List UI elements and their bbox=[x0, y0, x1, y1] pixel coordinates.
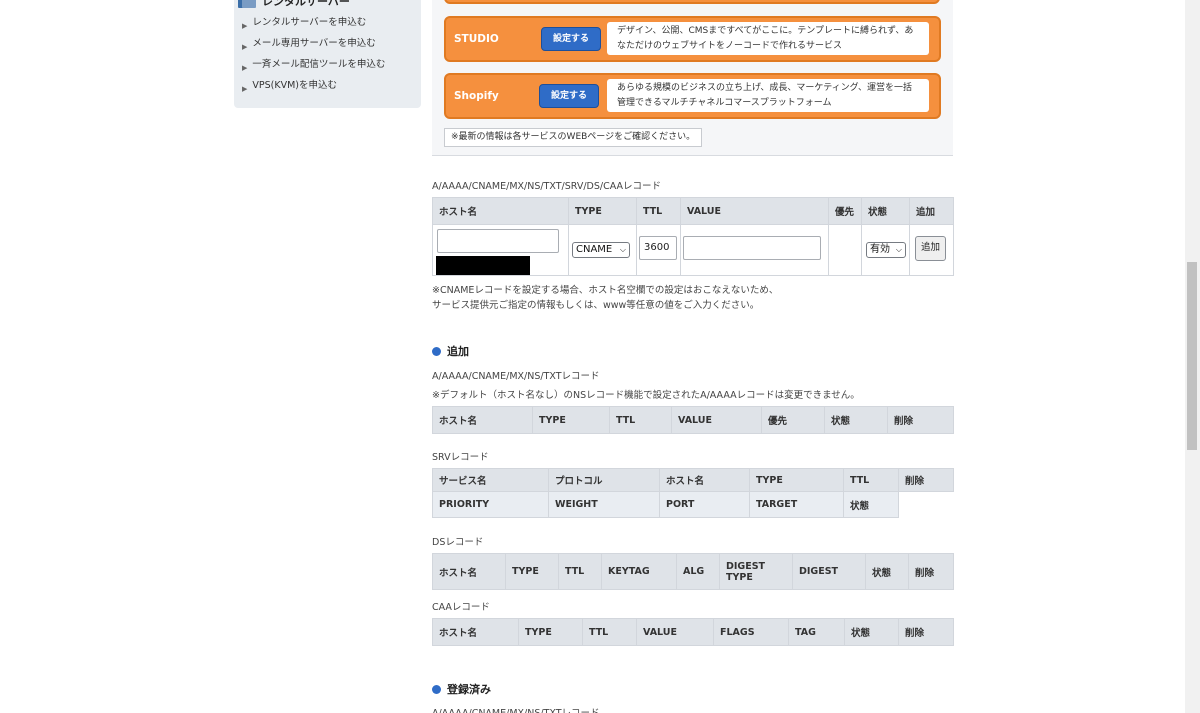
caa-records-table: ホスト名 TYPE TTL VALUE FLAGS TAG 状態 削除 bbox=[432, 618, 954, 646]
host-name-input[interactable] bbox=[437, 229, 559, 253]
column-header: 削除 bbox=[898, 468, 954, 492]
triangle-right-icon: ▶ bbox=[242, 64, 248, 72]
column-header: 削除 bbox=[908, 553, 954, 590]
sidebar-header: レンタルサーバー bbox=[238, 0, 350, 8]
sidebar-title: レンタルサーバー bbox=[262, 0, 350, 8]
bullet-dot-icon bbox=[432, 346, 441, 356]
sidebar-menu: ▶ レンタルサーバーを申込む ▶ メール専用サーバーを申込む ▶ 一斉メール配信ツール… bbox=[242, 16, 385, 100]
column-header: DIGEST TYPE bbox=[719, 553, 793, 590]
section-heading-add: 追加 bbox=[432, 343, 469, 359]
column-header: 状態 bbox=[861, 197, 910, 225]
shopify-setup-button[interactable]: 設定する bbox=[539, 84, 599, 108]
server-icon bbox=[238, 0, 256, 8]
column-header: TARGET bbox=[749, 491, 844, 518]
sidebar-item-bulk-mail[interactable]: ▶ 一斉メール配信ツールを申込む bbox=[242, 58, 385, 79]
chevron-down-icon: ⌵ bbox=[619, 245, 626, 254]
add-form-label: A/AAAA/CNAME/MX/NS/TXT/SRV/DS/CAAレコード bbox=[432, 181, 661, 192]
promo-card-shopify: Shopify 設定する あらゆる規模のビジネスの立ち上げ、成長、マーケティング… bbox=[444, 73, 941, 119]
status-select-value: 有効 bbox=[870, 244, 890, 255]
column-header: TYPE bbox=[532, 406, 610, 434]
column-header: TYPE bbox=[749, 468, 844, 492]
bullet-dot-icon bbox=[432, 684, 441, 694]
promo-notice: ※最新の情報は各サービスのWEBページをご確認ください。 bbox=[444, 128, 703, 147]
column-header: TTL bbox=[558, 553, 602, 590]
column-header: 削除 bbox=[887, 406, 954, 434]
column-header: 状態 bbox=[844, 618, 899, 646]
chevron-down-icon: ⌵ bbox=[895, 245, 902, 254]
redacted-block bbox=[436, 256, 530, 275]
srv-records-label: SRVレコード bbox=[432, 452, 489, 463]
registered-records-label: A/AAAA/CNAME/MX/NS/TXTレコード bbox=[432, 705, 600, 713]
caa-records-label: CAAレコード bbox=[432, 602, 490, 613]
status-select[interactable]: 有効 ⌵ bbox=[866, 242, 906, 258]
triangle-right-icon: ▶ bbox=[242, 22, 248, 30]
column-header: 追加 bbox=[909, 197, 954, 225]
ds-records-table: ホスト名 TYPE TTL KEYTAG ALG DIGEST TYPE DIG… bbox=[432, 553, 954, 590]
promo-description: あらゆる規模のビジネスの立ち上げ、成長、マーケティング、運営を一括管理できるマル… bbox=[607, 79, 929, 112]
section-heading-registered: 登録済み bbox=[432, 681, 491, 697]
column-header: サービス名 bbox=[432, 468, 549, 492]
column-header: KEYTAG bbox=[601, 553, 677, 590]
empty-cell bbox=[899, 492, 954, 518]
promo-card-studio: STUDIO 設定する デザイン、公開、CMSまですべてがここに。テンプレートに… bbox=[444, 16, 941, 62]
column-header: PORT bbox=[659, 491, 750, 518]
column-header: WEIGHT bbox=[548, 491, 660, 518]
column-header: プロトコル bbox=[548, 468, 660, 492]
column-header: ホスト名 bbox=[659, 468, 750, 492]
sidebar-item-mail-server[interactable]: ▶ メール専用サーバーを申込む bbox=[242, 37, 385, 58]
column-header: VALUE bbox=[636, 618, 714, 646]
promo-name: STUDIO bbox=[454, 33, 499, 45]
add-record-button[interactable]: 追加 bbox=[915, 236, 946, 261]
cname-note: ※CNAMEレコードを設定する場合、ホスト名空欄での設定はおこなえないため、 サ… bbox=[432, 285, 779, 311]
column-header: TTL bbox=[636, 197, 681, 225]
column-header: ホスト名 bbox=[432, 618, 519, 646]
column-header: ホスト名 bbox=[432, 553, 506, 590]
std-records-table: ホスト名 TYPE TTL VALUE 優先 状態 削除 bbox=[432, 406, 954, 434]
page-scrollbar[interactable] bbox=[1185, 0, 1200, 713]
triangle-right-icon: ▶ bbox=[242, 85, 248, 93]
priority-cell bbox=[828, 224, 862, 276]
column-header: 状態 bbox=[865, 553, 909, 590]
column-header: ホスト名 bbox=[432, 406, 533, 434]
promo-description: デザイン、公開、CMSまですべてがここに。テンプレートに縛られず、あなただけのウ… bbox=[607, 22, 929, 55]
column-header: ホスト名 bbox=[432, 197, 569, 225]
std-records-label: A/AAAA/CNAME/MX/NS/TXTレコード bbox=[432, 371, 600, 382]
column-header: TYPE bbox=[568, 197, 637, 225]
std-records-note: ※デフォルト（ホスト名なし）のNSレコード機能で設定されたA/AAAAレコードは… bbox=[432, 390, 860, 401]
type-select-value: CNAME bbox=[576, 244, 613, 255]
scrollbar-thumb[interactable] bbox=[1187, 262, 1197, 450]
column-header: TAG bbox=[788, 618, 845, 646]
promo-card-partial bbox=[444, 0, 940, 4]
service-promo-panel: STUDIO 設定する デザイン、公開、CMSまですべてがここに。テンプレートに… bbox=[432, 0, 953, 156]
column-header: FLAGS bbox=[713, 618, 789, 646]
sidebar: レンタルサーバー ▶ レンタルサーバーを申込む ▶ メール専用サーバーを申込む ▶ 一… bbox=[234, 0, 421, 108]
column-header: 優先 bbox=[828, 197, 862, 225]
column-header: DIGEST bbox=[792, 553, 866, 590]
column-header: TTL bbox=[609, 406, 672, 434]
studio-setup-button[interactable]: 設定する bbox=[541, 27, 601, 51]
triangle-right-icon: ▶ bbox=[242, 43, 248, 51]
value-input[interactable] bbox=[683, 236, 821, 260]
column-header: ALG bbox=[676, 553, 720, 590]
column-header: PRIORITY bbox=[432, 491, 549, 518]
ds-records-label: DSレコード bbox=[432, 537, 484, 548]
column-header: VALUE bbox=[680, 197, 829, 225]
type-select[interactable]: CNAME ⌵ bbox=[572, 242, 630, 258]
column-header: TTL bbox=[582, 618, 637, 646]
promo-name: Shopify bbox=[454, 90, 499, 102]
column-header: TTL bbox=[843, 468, 899, 492]
column-header: 状態 bbox=[843, 491, 899, 518]
srv-records-table: サービス名 プロトコル ホスト名 TYPE TTL 削除 PRIORITY WE… bbox=[432, 468, 954, 518]
column-header: 優先 bbox=[761, 406, 825, 434]
column-header: TYPE bbox=[518, 618, 583, 646]
column-header: TYPE bbox=[505, 553, 559, 590]
sidebar-item-rental-server[interactable]: ▶ レンタルサーバーを申込む bbox=[242, 16, 385, 37]
column-header: 削除 bbox=[898, 618, 954, 646]
column-header: VALUE bbox=[671, 406, 762, 434]
ttl-input[interactable]: 3600 bbox=[639, 236, 677, 260]
sidebar-item-vps[interactable]: ▶ VPS(KVM)を申込む bbox=[242, 79, 385, 100]
column-header: 状態 bbox=[824, 406, 888, 434]
